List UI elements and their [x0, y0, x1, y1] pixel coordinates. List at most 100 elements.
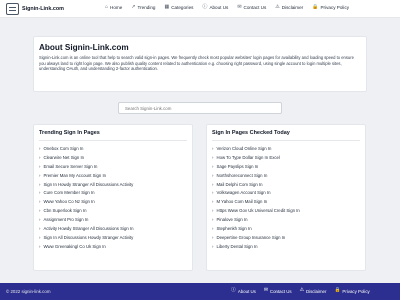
list-item-label: Northshoreconnect Sign In: [216, 172, 268, 178]
chevron-right-icon: ›: [39, 145, 41, 151]
nav-item-about[interactable]: ⓘ About Us: [202, 4, 229, 11]
home-icon: ⌂: [105, 4, 109, 10]
chevron-right-icon: ›: [39, 225, 41, 231]
chevron-right-icon: ›: [39, 234, 41, 240]
list-item-label: Activity Howdy Stranger All Discussions …: [43, 225, 134, 231]
checked-today-list: › Verizon Cloud Online Sign In › How To Typ…: [212, 144, 360, 251]
list-item[interactable]: › Liberty Dental Sign In: [212, 242, 360, 251]
nav-item-trending[interactable]: ↗ Trending: [131, 4, 156, 11]
list-item-label: Https Www Gov Uk Universal Credit Sign I…: [216, 208, 300, 214]
list-item[interactable]: › Verizon Cloud Online Sign In: [212, 144, 360, 153]
nav-label: Privacy Policy: [320, 5, 350, 10]
footer-link-privacy[interactable]: 🔒 Privacy Policy: [334, 288, 370, 294]
list-item-label: How To Type Dollar Sign In Excel: [216, 154, 280, 160]
footer-link-label: Contact Us: [269, 289, 292, 294]
list-item[interactable]: › M Yahoo Com Mail Sign In: [212, 197, 360, 206]
nav-label: Contact Us: [243, 5, 267, 10]
list-item-label: Mail Delphi Com Sign In: [216, 181, 263, 187]
list-item-label: Volkswagen Account Sign In: [216, 190, 271, 196]
warning-icon: ⚠: [275, 4, 280, 10]
checked-today-panel: Sign In Pages Checked Today › Verizon Clo…: [206, 124, 366, 271]
chevron-right-icon: ›: [212, 217, 214, 223]
list-item[interactable]: › Email Secure Server Sign In: [39, 162, 187, 171]
chevron-right-icon: ›: [212, 234, 214, 240]
chevron-right-icon: ›: [212, 208, 214, 214]
chevron-right-icon: ›: [212, 163, 214, 169]
list-item[interactable]: › Clearwire Net Sign In: [39, 153, 187, 162]
list-item-label: Sign In Howdy Stranger All Discussions A…: [43, 181, 134, 187]
nav-item-home[interactable]: ⌂ Home: [105, 4, 122, 11]
lock-icon: 🔒: [334, 288, 341, 294]
list-item-label: Stephenkh Sign In: [216, 225, 252, 231]
nav-label: Trending: [137, 5, 156, 10]
list-item[interactable]: › Onebox Com Sign In: [39, 144, 187, 153]
chevron-right-icon: ›: [39, 154, 41, 160]
mail-icon: ✉: [263, 288, 268, 294]
nav-label: About Us: [209, 5, 229, 10]
nav-item-disclaimer[interactable]: ⚠ Disclaimer: [275, 4, 303, 11]
main-nav: ⌂ Home ↗ Trending ▦ Categories ⓘ About U…: [105, 4, 358, 11]
search-input[interactable]: [118, 102, 282, 114]
list-item[interactable]: › Mail Delphi Com Sign In: [212, 180, 360, 189]
list-item[interactable]: › Northshoreconnect Sign In: [212, 171, 360, 180]
list-item[interactable]: › Stephenkh Sign In: [212, 224, 360, 233]
info-icon: ⓘ: [231, 288, 236, 294]
list-item-label: Liberty Dental Sign In: [216, 243, 258, 249]
footer-link-disclaimer[interactable]: ⚠ Disclaimer: [300, 288, 327, 294]
list-item[interactable]: › Sign In All Discussions Howdy Stranger …: [39, 233, 187, 242]
trending-title: Trending Sign In Pages: [39, 130, 187, 141]
trending-panel: Trending Sign In Pages › Onebox Com Sign …: [33, 124, 193, 271]
info-icon: ⓘ: [202, 4, 208, 10]
footer-link-label: Privacy Policy: [342, 289, 370, 294]
footer-link-contact[interactable]: ✉ Contact Us: [263, 288, 292, 294]
checked-today-title: Sign In Pages Checked Today: [212, 130, 360, 141]
nav-item-categories[interactable]: ▦ Categories: [164, 4, 193, 11]
list-item[interactable]: › Sage Payslips Sign In: [212, 162, 360, 171]
chevron-right-icon: ›: [212, 199, 214, 205]
chevron-right-icon: ›: [212, 154, 214, 160]
list-item-label: Sign In All Discussions Howdy Stranger A…: [43, 234, 134, 240]
logo-icon: [6, 3, 19, 15]
footer-link-about[interactable]: ⓘ About Us: [231, 288, 256, 294]
nav-item-contact[interactable]: ✉ Contact Us: [237, 5, 267, 11]
list-item-label: Sage Payslips Sign In: [216, 163, 259, 169]
list-item-label: Onebox Com Sign In: [43, 145, 84, 151]
footer: © 2022 signin-link.com ⓘ About Us ✉ Cont…: [0, 283, 400, 300]
list-item[interactable]: › Cure Com Member Sign In: [39, 188, 187, 197]
list-item[interactable]: › Www Greenakingl Co Uk Sign In: [39, 242, 187, 251]
list-item-label: Premier Man My Account Sign In: [43, 172, 107, 178]
list-item[interactable]: › How To Type Dollar Sign In Excel: [212, 153, 360, 162]
footer-link-label: About Us: [237, 289, 256, 294]
chevron-right-icon: ›: [39, 163, 41, 169]
chevron-right-icon: ›: [39, 172, 41, 178]
list-item-label: Assignment Pro Sign In: [43, 217, 89, 223]
chevron-right-icon: ›: [212, 145, 214, 151]
chevron-right-icon: ›: [39, 217, 41, 223]
list-item[interactable]: › Volkswagen Account Sign In: [212, 188, 360, 197]
list-item[interactable]: › Assignment Pro Sign In: [39, 215, 187, 224]
list-item[interactable]: › Activity Howdy Stranger All Discussions…: [39, 224, 187, 233]
list-item-label: Verizon Cloud Online Sign In: [216, 145, 272, 151]
list-item[interactable]: › Cbn Superlook Sign In: [39, 206, 187, 215]
list-item-label: M Yahoo Com Mail Sign In: [216, 199, 268, 205]
chevron-right-icon: ›: [39, 181, 41, 187]
list-item[interactable]: › Deepertine Group Insurance Sign In: [212, 233, 360, 242]
chevron-right-icon: ›: [212, 190, 214, 196]
list-item-label: Cure Com Member Sign In: [43, 190, 95, 196]
list-item-label: Www Greenakingl Co Uk Sign In: [43, 243, 106, 249]
list-item[interactable]: › Pinalove Sign In: [212, 215, 360, 224]
top-navbar: Signin-Link.com ⌂ Home ↗ Trending ▦ Cate…: [0, 0, 400, 18]
list-item[interactable]: › Https Www Gov Uk Universal Credit Sign …: [212, 206, 360, 215]
list-item[interactable]: › Www Yahoo Co Nz Sign In: [39, 197, 187, 206]
brand-link[interactable]: Signin-Link.com: [6, 3, 64, 15]
footer-link-label: Disclaimer: [305, 289, 327, 294]
grid-icon: ▦: [164, 4, 170, 10]
trending-icon: ↗: [131, 4, 136, 10]
copyright-text: © 2022 signin-link.com: [6, 289, 51, 294]
about-section: About Signin-Link.com Signin-Link.com is…: [33, 36, 367, 92]
list-item[interactable]: › Premier Man My Account Sign In: [39, 171, 187, 180]
trending-list: › Onebox Com Sign In › Clearwire Net Sign I…: [39, 144, 187, 251]
chevron-right-icon: ›: [39, 243, 41, 249]
nav-item-privacy[interactable]: 🔒 Privacy Policy: [312, 5, 350, 11]
list-item[interactable]: › Sign In Howdy Stranger All Discussions …: [39, 180, 187, 189]
